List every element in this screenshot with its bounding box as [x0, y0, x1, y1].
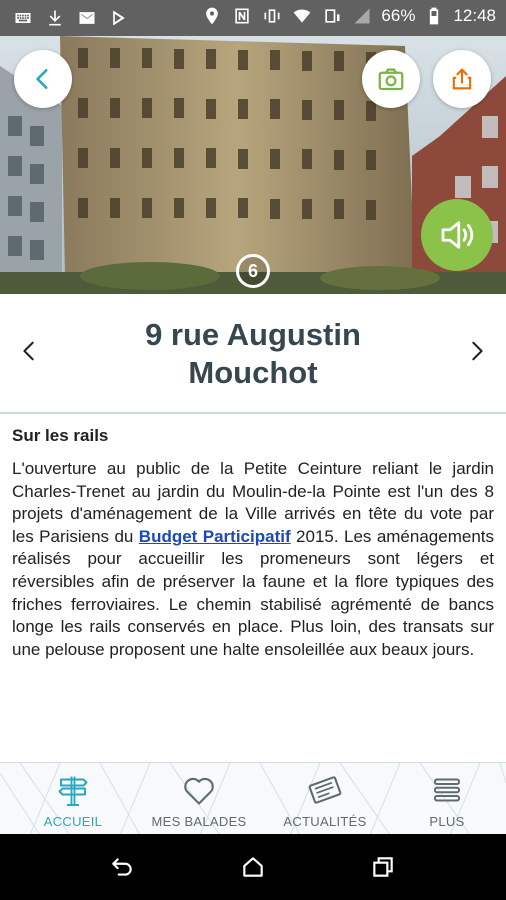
speaker-icon	[441, 221, 474, 249]
previous-stop-button[interactable]	[14, 336, 44, 366]
place-header: 9 rue Augustin Mouchot	[0, 294, 506, 414]
recents-icon	[373, 857, 393, 877]
tab-label: PLUS	[429, 814, 465, 829]
chevron-left-icon	[36, 69, 48, 89]
status-bar: 66% 12:48	[0, 0, 506, 36]
camera-icon	[378, 68, 404, 91]
nfc-icon	[231, 5, 253, 27]
page-title: 9 rue Augustin Mouchot	[145, 317, 361, 390]
signal-icon	[351, 5, 373, 27]
download-icon	[44, 7, 66, 29]
android-home-button[interactable]	[238, 852, 268, 882]
android-navigation-bar	[0, 834, 506, 900]
tab-label: ACCUEIL	[43, 814, 103, 829]
budget-participatif-link[interactable]: Budget Participatif	[139, 527, 291, 546]
divider	[0, 412, 506, 414]
signpost-icon	[53, 770, 93, 810]
tab-accueil[interactable]: ACCUEIL	[10, 763, 136, 834]
share-icon	[452, 68, 472, 90]
camera-button[interactable]	[362, 50, 420, 108]
audio-button[interactable]	[421, 199, 493, 271]
gmail-icon	[76, 7, 98, 29]
bottom-tab-bar: ACCUEIL MES BALADES ACTUALITÉS PLUS	[0, 762, 506, 834]
wifi-icon	[291, 5, 313, 27]
chevron-left-icon	[23, 341, 34, 361]
clock: 12:48	[453, 6, 496, 25]
android-recents-button[interactable]	[368, 852, 398, 882]
newspaper-icon	[305, 770, 345, 810]
stop-number-badge: 6	[236, 254, 270, 288]
data-saver-icon	[321, 5, 343, 27]
play-store-icon	[108, 7, 130, 29]
tab-mes-balades[interactable]: MES BALADES	[136, 763, 262, 834]
home-icon	[243, 857, 263, 877]
hero-image: 6	[0, 36, 506, 294]
section-title: Sur les rails	[12, 426, 109, 445]
back-icon	[112, 858, 132, 876]
tab-label: MES BALADES	[151, 814, 247, 829]
location-icon	[201, 5, 223, 27]
keyboard-icon	[12, 7, 34, 29]
tab-plus[interactable]: PLUS	[384, 763, 506, 834]
heart-icon	[179, 770, 219, 810]
tab-label: ACTUALITÉS	[283, 814, 367, 829]
paragraph-text: 2015. Les aménagements réalisés pour acc…	[12, 526, 494, 659]
article-paragraph: L'ouverture au public de la Petite Ceint…	[12, 458, 494, 661]
next-stop-button[interactable]	[462, 336, 492, 366]
chevron-right-icon	[472, 341, 483, 361]
battery-percent: 66%	[381, 6, 416, 25]
back-button[interactable]	[14, 50, 72, 108]
share-button[interactable]	[433, 50, 491, 108]
tab-actualites[interactable]: ACTUALITÉS	[262, 763, 388, 834]
menu-icon	[427, 770, 467, 810]
battery-icon	[423, 5, 445, 27]
vibrate-icon	[261, 5, 283, 27]
android-back-button[interactable]	[107, 852, 137, 882]
article-content: Sur les rails L'ouverture au public de l…	[12, 426, 494, 661]
